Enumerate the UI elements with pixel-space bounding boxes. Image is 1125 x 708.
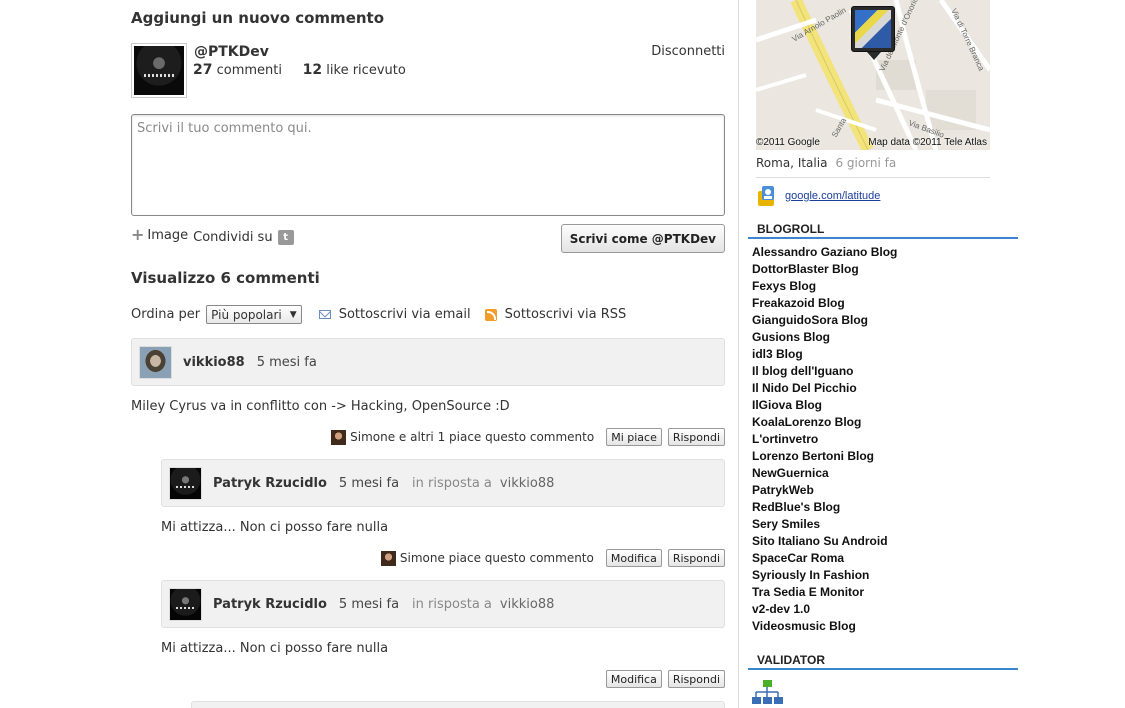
chevron-down-icon: ▼ (289, 309, 297, 320)
twitter-icon[interactable]: t (277, 229, 294, 245)
blogroll-link[interactable]: Il Nido Del Picchio (752, 381, 897, 398)
blogroll-link[interactable]: Lorenzo Bertoni Blog (752, 449, 897, 466)
post-comment-button[interactable]: Scrivi come @PTKDev (560, 224, 725, 253)
blogroll-link[interactable]: Fexys Blog (752, 279, 897, 296)
subscribe-email-link[interactable]: Sottoscrivi via email (339, 307, 471, 322)
comment-textarea[interactable] (131, 114, 725, 216)
compose-tools: + Image Condividi su t (131, 227, 294, 245)
blogroll-link[interactable]: PatrykWeb (752, 483, 897, 500)
reply-button[interactable]: Rispondi (667, 549, 725, 567)
likes-count: 12 (302, 62, 323, 78)
comment-author[interactable]: vikkio88 (183, 355, 245, 370)
avatar[interactable] (139, 345, 172, 379)
location-time: 6 giorni fa (835, 156, 897, 170)
email-icon (318, 310, 331, 319)
blogroll-link[interactable]: NewGuernica (752, 466, 897, 483)
location-pin-icon[interactable] (851, 6, 895, 60)
liker-avatar[interactable] (380, 550, 396, 566)
comment-text: Mi attizza... Non ci posso fare nulla (161, 641, 389, 656)
blogroll-link[interactable]: Il blog dell'Iguano (752, 364, 897, 381)
edit-button[interactable]: Modifica (605, 549, 662, 567)
liker-avatar[interactable] (331, 429, 347, 445)
blogroll-list: Alessandro Gaziano Blog DottorBlaster Blo… (752, 245, 897, 636)
blogroll-link[interactable]: KoalaLorenzo Blog (752, 415, 897, 432)
subscribe-rss-link[interactable]: Sottoscrivi via RSS (505, 307, 627, 322)
avatar[interactable] (169, 587, 202, 621)
comment-header: Patryk Rzucidlo 5 mesi fa in risposta a … (161, 580, 725, 628)
blogroll-link[interactable]: Videosmusic Blog (752, 619, 897, 636)
edit-button[interactable]: Modifica (605, 670, 662, 688)
likes-label: like ricevuto (326, 63, 406, 78)
blogroll-link[interactable]: idl3 Blog (752, 347, 897, 364)
location-info: Roma, Italia 6 giorni fa (756, 156, 896, 170)
comment-time[interactable]: 5 mesi fa (339, 597, 399, 612)
blogroll-title: BLOGROLL (748, 222, 1018, 239)
user-stats: 27 commenti 12 like ricevuto (193, 62, 406, 78)
blogroll-link[interactable]: RedBlue's Blog (752, 500, 897, 517)
sort-bar: Ordina per Più popolari ▼ Sottoscrivi vi… (131, 305, 725, 324)
add-comment-heading: Aggiungi un nuovo commento (131, 9, 385, 27)
comment-time[interactable]: 5 mesi fa (257, 355, 317, 370)
image-button[interactable]: Image (147, 228, 188, 243)
location-name: Roma, Italia (756, 156, 828, 170)
blogroll-link[interactable]: GianguidoSora Blog (752, 313, 897, 330)
like-button[interactable]: Mi piace (606, 428, 662, 446)
sidebar-divider (738, 0, 739, 708)
comment-header: Patryk Rzucidlo 5 mesi fa in risposta a … (161, 459, 725, 507)
comment-header: vikkio88 5 mesi fa (131, 338, 725, 386)
validator-title: VALIDATOR (748, 653, 1018, 670)
blogroll-link[interactable]: Tra Sedia E Monitor (752, 585, 897, 602)
plus-icon[interactable]: + (131, 227, 144, 243)
map-attribution: ©2011 Google (756, 137, 820, 148)
blogroll-link[interactable]: Syriously In Fashion (752, 568, 897, 585)
location-divider (756, 177, 990, 178)
sitemap-icon[interactable] (751, 680, 783, 706)
blogroll-link[interactable]: DottorBlaster Blog (752, 262, 897, 279)
user-avatar[interactable] (131, 43, 187, 98)
blogroll-link[interactable]: v2-dev 1.0 (752, 602, 897, 619)
blogroll-link[interactable]: Sery Smiles (752, 517, 897, 534)
comments-count-heading: Visualizzo 6 commenti (131, 269, 320, 287)
avatar[interactable] (169, 466, 202, 500)
comment-actions: Simone piace questo commento Modifica Ri… (380, 549, 725, 567)
logout-link[interactable]: Disconnetti (651, 44, 725, 59)
reply-button[interactable]: Rispondi (667, 428, 725, 446)
latitude-icon[interactable] (756, 185, 778, 207)
blogroll-link[interactable]: Gusions Blog (752, 330, 897, 347)
comment-author[interactable]: Patryk Rzucidlo (213, 476, 327, 491)
reply-to-link[interactable]: vikkio88 (500, 476, 554, 491)
sort-selected: Più popolari (211, 307, 282, 322)
reply-button[interactable]: Rispondi (667, 670, 725, 688)
comment-time[interactable]: 5 mesi fa (339, 476, 399, 491)
comment-author[interactable]: Patryk Rzucidlo (213, 597, 327, 612)
share-label: Condividi su (193, 229, 273, 245)
reply-label: in risposta a (412, 475, 492, 491)
blogroll-link[interactable]: Alessandro Gaziano Blog (752, 245, 897, 262)
latitude-link[interactable]: google.com/latitude (785, 190, 880, 202)
comment-text: Mi attizza... Non ci posso fare nulla (161, 520, 389, 535)
comment-header (191, 701, 725, 708)
blogroll-link[interactable]: Sito Italiano Su Android (752, 534, 897, 551)
comments-label: commenti (216, 63, 282, 78)
sort-select[interactable]: Più popolari ▼ (206, 305, 302, 324)
map-attribution: Map data ©2011 Tele Atlas (868, 137, 987, 148)
comment-actions: Modifica Rispondi (600, 670, 725, 688)
comment-actions: Simone e altri 1 piace questo commento M… (331, 428, 725, 446)
blogroll-link[interactable]: IlGiova Blog (752, 398, 897, 415)
likes-text[interactable]: Simone e altri 1 piace questo commento (350, 430, 594, 444)
blogroll-link[interactable]: L'ortinvetro (752, 432, 897, 449)
reply-to-link[interactable]: vikkio88 (500, 597, 554, 612)
comments-count: 27 (193, 62, 213, 78)
likes-text[interactable]: Simone piace questo commento (400, 551, 594, 565)
rss-icon (484, 308, 497, 321)
user-name[interactable]: @PTKDev (194, 44, 269, 60)
blogroll-link[interactable]: SpaceCar Roma (752, 551, 897, 568)
sort-label: Ordina per (131, 307, 201, 322)
comment-text: Miley Cyrus va in conflitto con -> Hacki… (131, 399, 510, 414)
blogroll-link[interactable]: Freakazoid Blog (752, 296, 897, 313)
reply-label: in risposta a (412, 596, 492, 612)
